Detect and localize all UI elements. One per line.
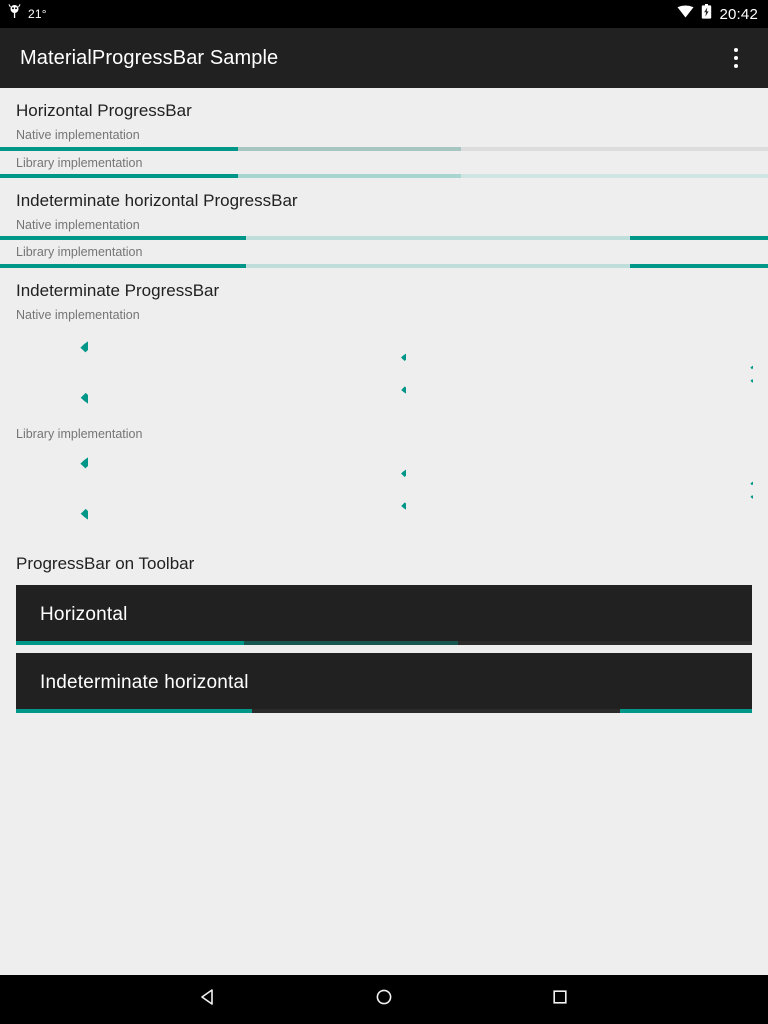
- section-progressbar-on-toolbar: ProgressBar on Toolbar Horizontal Indete…: [0, 541, 768, 713]
- library-label: Library implementation: [16, 245, 143, 260]
- progressbar-horizontal-native: [0, 146, 768, 151]
- spinner-large-library: [16, 453, 88, 525]
- toolbar-title: Horizontal: [40, 603, 128, 625]
- section-horizontal-progressbar: Horizontal ProgressBar Native implementa…: [0, 88, 768, 178]
- battery-charging-icon: [701, 4, 712, 24]
- spinner-row-library: [0, 445, 768, 541]
- wifi-icon: [677, 5, 694, 23]
- status-bar: 21° 20:42: [0, 0, 768, 28]
- app-bar: MaterialProgressBar Sample: [0, 28, 768, 88]
- toolbar-indeterminate[interactable]: Indeterminate horizontal: [16, 652, 752, 713]
- overflow-menu-icon[interactable]: [722, 40, 750, 76]
- square-icon: [551, 988, 569, 1011]
- toolbar-wrapper-indeterminate: Indeterminate horizontal: [0, 645, 768, 713]
- spinner-small-native: [734, 365, 753, 384]
- library-label: Library implementation: [16, 427, 143, 441]
- bug-icon: [8, 4, 21, 24]
- toolbar-wrapper-horizontal: Horizontal: [0, 577, 768, 645]
- section-title: Horizontal ProgressBar: [16, 101, 192, 120]
- toolbar-title: Indeterminate horizontal: [40, 671, 249, 693]
- android-screen: 21° 20:42 MaterialProgressBar Sample Hor…: [0, 0, 768, 1024]
- section-title: ProgressBar on Toolbar: [16, 554, 195, 574]
- section-title: Indeterminate horizontal ProgressBar: [16, 190, 298, 210]
- native-label: Native implementation: [16, 218, 140, 232]
- back-button[interactable]: [184, 976, 232, 1024]
- section-indeterminate-progressbar: Indeterminate ProgressBar Native impleme…: [0, 268, 768, 542]
- spinner-large-native: [16, 337, 88, 409]
- temperature-text: 21°: [28, 7, 47, 21]
- recents-button[interactable]: [536, 976, 584, 1024]
- section-indeterminate-horizontal: Indeterminate horizontal ProgressBar Nat…: [0, 178, 768, 268]
- spinner-medium-native: [360, 351, 406, 397]
- progressbar-horizontal-library: [0, 173, 768, 178]
- app-title: MaterialProgressBar Sample: [20, 46, 279, 69]
- status-bar-right: 20:42: [677, 4, 758, 24]
- spinner-medium-library: [360, 467, 406, 513]
- toolbar-progressbar-horizontal: [16, 640, 752, 645]
- circle-icon: [375, 988, 393, 1011]
- home-button[interactable]: [360, 976, 408, 1024]
- navigation-bar: [0, 975, 768, 1024]
- clock-text: 20:42: [719, 5, 758, 23]
- content-area: Horizontal ProgressBar Native implementa…: [0, 88, 768, 975]
- section-title: Indeterminate ProgressBar: [16, 280, 220, 300]
- library-label: Library implementation: [16, 155, 143, 170]
- status-bar-left: 21°: [8, 4, 47, 24]
- native-label: Native implementation: [16, 128, 140, 143]
- toolbar-progressbar-indeterminate: [16, 708, 752, 713]
- progressbar-indeterminate-horizontal-native: [0, 236, 768, 241]
- triangle-left-icon: [199, 988, 217, 1011]
- toolbar-horizontal[interactable]: Horizontal: [16, 584, 752, 645]
- native-label: Native implementation: [16, 307, 140, 322]
- spinner-row-native: [0, 326, 768, 422]
- progressbar-indeterminate-horizontal-library: [0, 263, 768, 268]
- spinner-small-library: [734, 481, 753, 500]
